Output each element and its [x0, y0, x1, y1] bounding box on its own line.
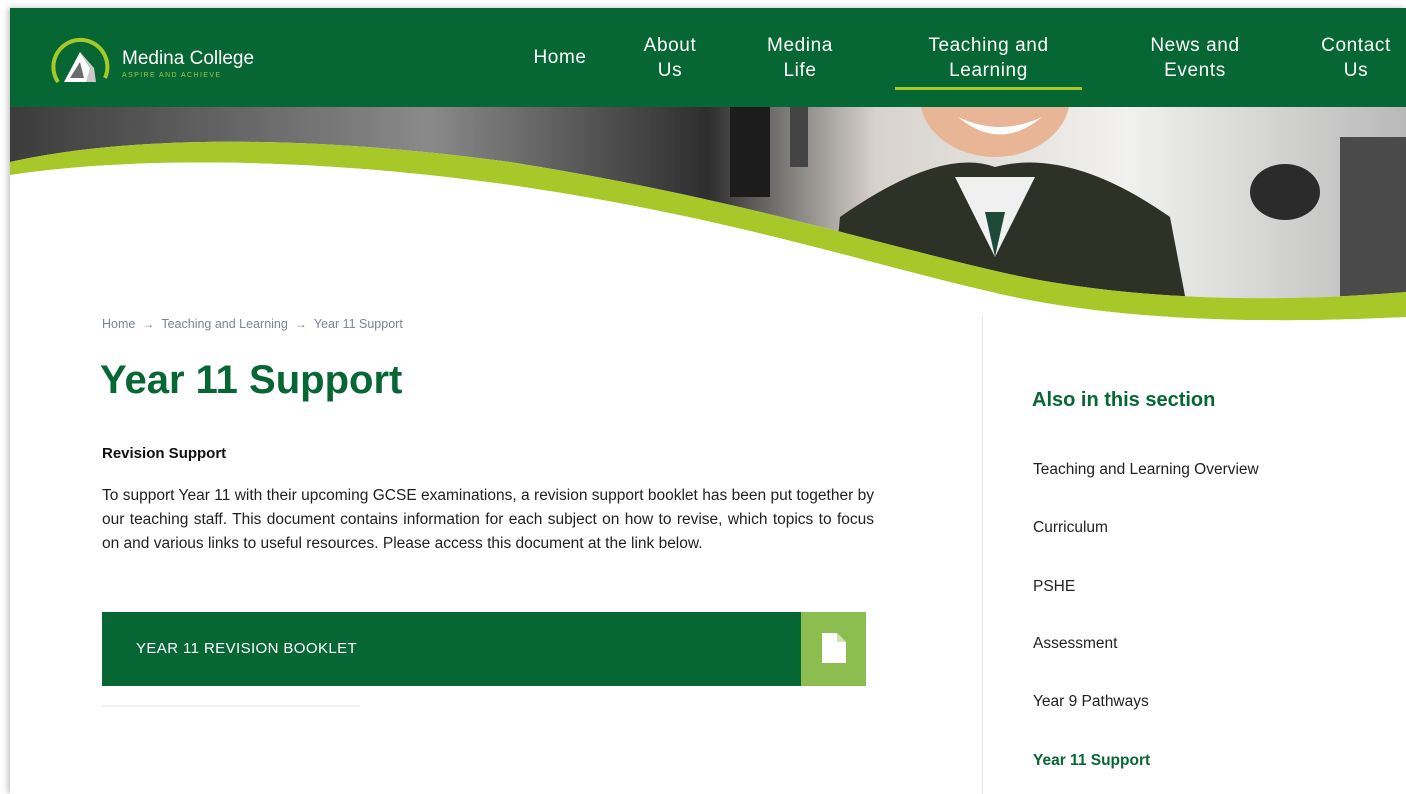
nav-active-indicator [895, 87, 1082, 90]
nav-home-label: Home [533, 47, 587, 68]
nav-news-label-2: Events [1164, 59, 1226, 81]
nav-medina-label-1: Medina [767, 34, 833, 56]
nav-contact-label-1: Contact [1321, 34, 1391, 56]
nav-about-us[interactable]: About Us [630, 8, 710, 107]
breadcrumb-teaching-and-learning[interactable]: Teaching and Learning [161, 317, 288, 331]
body-paragraph: To support Year 11 with their upcoming G… [102, 487, 874, 552]
nav-about-label-1: About [643, 34, 697, 56]
logo-mark-icon [51, 37, 110, 84]
breadcrumb: Home → Teaching and Learning → Year 11 Suppo… [102, 317, 403, 331]
nav-news-and-events[interactable]: News and Events [1140, 8, 1250, 107]
browser-viewport: Medina College ASPIRE AND ACHIEVE Home A… [10, 8, 1406, 794]
breadcrumb-current: Year 11 Support [313, 317, 403, 331]
site-header: Medina College ASPIRE AND ACHIEVE Home A… [10, 8, 1406, 107]
page-title: Year 11 Support [100, 358, 403, 402]
revision-booklet-link[interactable]: YEAR 11 REVISION BOOKLET [102, 612, 866, 686]
revision-booklet-label: YEAR 11 REVISION BOOKLET [136, 640, 358, 657]
sidebar-item-year-11-support[interactable]: Year 11 Support [1033, 752, 1150, 770]
document-icon-box[interactable] [801, 612, 866, 686]
nav-about-label-2: Us [657, 59, 683, 81]
sidebar-item-year-9-pathways[interactable]: Year 9 Pathways [1033, 693, 1149, 711]
hero-banner [10, 107, 1406, 322]
sidebar-item-assessment[interactable]: Assessment [1033, 635, 1117, 653]
sidebar-divider [982, 316, 983, 794]
site-tagline: ASPIRE AND ACHIEVE [122, 72, 222, 79]
content-divider [102, 705, 360, 707]
sidebar-title: Also in this section [1032, 389, 1216, 411]
document-icon [822, 633, 846, 663]
nav-teaching-label-2: Learning [949, 59, 1028, 81]
nav-medina-label-2: Life [783, 59, 817, 81]
nav-teaching-label-1: Teaching and [928, 34, 1049, 56]
site-logo[interactable]: Medina College ASPIRE AND ACHIEVE [50, 32, 280, 86]
nav-teaching-and-learning[interactable]: Teaching and Learning [895, 8, 1082, 107]
sidebar-item-curriculum[interactable]: Curriculum [1033, 519, 1108, 537]
sidebar-item-teaching-overview[interactable]: Teaching and Learning Overview [1033, 461, 1259, 479]
nav-medina-life[interactable]: Medina Life [755, 8, 845, 107]
breadcrumb-arrow-icon: → [294, 317, 307, 331]
site-name: Medina College [122, 48, 255, 69]
section-subheading: Revision Support [102, 445, 227, 462]
nav-contact-us[interactable]: Contact Us [1308, 8, 1404, 107]
nav-contact-label-2: Us [1343, 59, 1369, 81]
breadcrumb-home[interactable]: Home [102, 317, 135, 331]
sidebar-item-pshe[interactable]: PSHE [1033, 578, 1075, 596]
breadcrumb-arrow-icon: → [142, 317, 155, 331]
nav-news-label-1: News and [1150, 34, 1240, 56]
nav-home[interactable]: Home [525, 8, 595, 107]
